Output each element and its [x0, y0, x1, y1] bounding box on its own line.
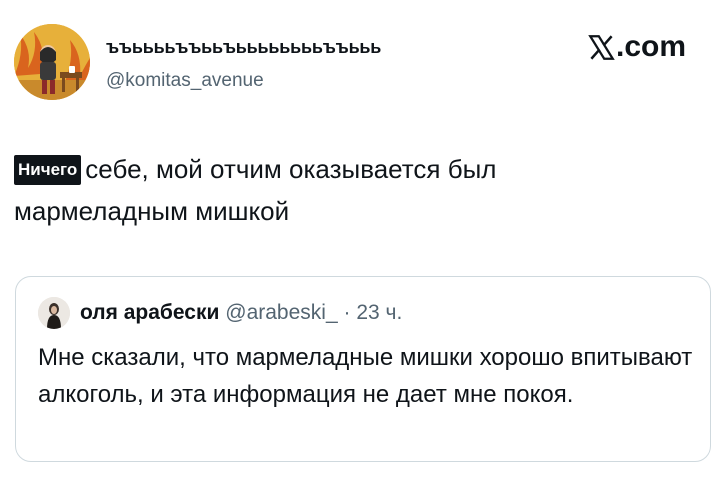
quoted-text: Мне сказали, что мармеладные мишки хорош… — [38, 344, 693, 408]
quoted-tweet[interactable]: оля арабески @arabeski_ · 23 ч. Мне сказ… — [15, 276, 711, 462]
avatar-image — [14, 24, 90, 100]
quoted-separator: · — [343, 301, 351, 324]
x-logo-icon — [588, 34, 615, 60]
quoted-author-handle[interactable]: @arabeski_ — [225, 301, 337, 324]
quoted-author-name[interactable]: оля арабески — [80, 301, 219, 324]
tweet-text: Ничего себе, мой отчим оказывается был ма… — [14, 150, 674, 230]
quoted-avatar-image — [38, 297, 70, 329]
author-name[interactable]: ъъььььъъььъььььььььъъььь — [106, 37, 381, 58]
author-avatar[interactable] — [14, 24, 90, 100]
quoted-author-avatar[interactable] — [38, 297, 70, 329]
quoted-header: оля арабески @arabeski_ · 23 ч. — [80, 301, 402, 325]
tweet-card: ъъььььъъььъььььььььъъььь @komitas_avenue… — [0, 0, 728, 481]
tweet-body: себе, мой отчим оказывается был мармелад… — [14, 154, 497, 226]
x-com-logo: .com — [588, 30, 686, 64]
highlighted-word: Ничего — [14, 155, 82, 185]
quoted-timestamp[interactable]: 23 ч. — [356, 301, 402, 324]
author-handle[interactable]: @komitas_avenue — [106, 70, 264, 92]
brand-label: .com — [616, 30, 687, 63]
